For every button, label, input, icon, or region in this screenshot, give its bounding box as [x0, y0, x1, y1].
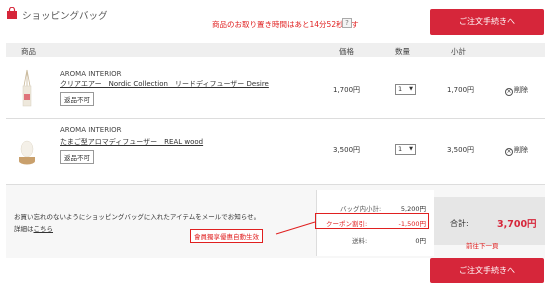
coupon-annotation: 會員獨享優惠自動生效	[190, 229, 263, 243]
next-page-annotation: 前往下一頁	[466, 242, 499, 250]
checkout-button-bottom[interactable]: ご注文手続きへ	[430, 258, 544, 283]
